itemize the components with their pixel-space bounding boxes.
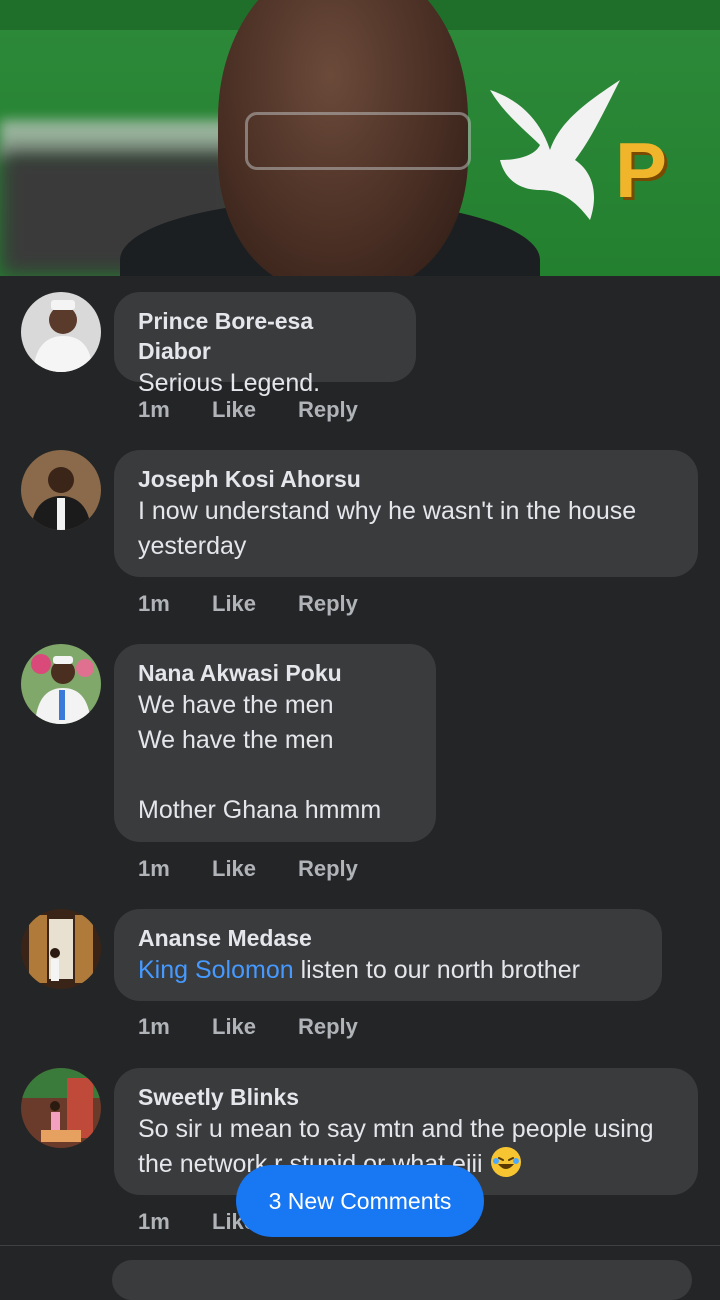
comment-author[interactable]: Prince Bore-esa Diabor <box>138 306 392 366</box>
comment-input[interactable] <box>112 1260 692 1300</box>
comment-time: 1m <box>138 1014 170 1039</box>
new-comments-button[interactable]: 3 New Comments <box>236 1165 484 1237</box>
video-player[interactable]: P <box>0 0 720 276</box>
comment-time: 1m <box>138 397 170 422</box>
like-button[interactable]: Like <box>212 397 256 423</box>
comment-author[interactable]: Nana Akwasi Poku <box>138 658 412 688</box>
avatar[interactable] <box>21 909 101 989</box>
comment-time: 1m <box>138 591 170 616</box>
comment-bubble: Prince Bore-esa Diabor Serious Legend. <box>114 292 416 397</box>
comment-author[interactable]: Ananse Medase <box>138 923 638 953</box>
like-button[interactable]: Like <box>212 591 256 617</box>
avatar[interactable] <box>21 450 101 530</box>
comment-text: Serious Legend. <box>138 369 321 397</box>
avatar[interactable] <box>21 644 101 724</box>
comment-author[interactable]: Joseph Kosi Ahorsu <box>138 464 674 494</box>
avatar[interactable] <box>21 1068 101 1148</box>
comment-text: We have the men We have the men Mother G… <box>138 691 382 824</box>
laughing-emoji-icon <box>490 1147 521 1177</box>
comment-author[interactable]: Sweetly Blinks <box>138 1082 674 1112</box>
reply-button[interactable]: Reply <box>298 397 358 423</box>
party-logo-text: P <box>615 126 667 214</box>
comment-time: 1m <box>138 856 170 881</box>
like-button[interactable]: Like <box>212 1014 256 1040</box>
speaker-glasses <box>245 112 471 170</box>
comment-bubble: Ananse Medase King Solomon listen to our… <box>114 909 662 1001</box>
comment-bubble: Nana Akwasi Poku We have the men We have… <box>114 644 436 842</box>
comment-text-rest: listen to our north brother <box>293 956 580 984</box>
mention-link[interactable]: King Solomon <box>138 956 294 984</box>
avatar[interactable] <box>21 292 101 372</box>
comment-text: King Solomon listen to our north brother <box>138 953 638 988</box>
comment-time: 1m <box>138 1209 170 1234</box>
comment-text: I now understand why he wasn't in the ho… <box>138 497 637 560</box>
comment-composer-bar <box>0 1245 720 1300</box>
like-button[interactable]: Like <box>212 856 256 882</box>
reply-button[interactable]: Reply <box>298 856 358 882</box>
dove-logo-icon <box>490 80 620 220</box>
comment-bubble: Joseph Kosi Ahorsu I now understand why … <box>114 450 698 577</box>
reply-button[interactable]: Reply <box>298 1014 358 1040</box>
reply-button[interactable]: Reply <box>298 591 358 617</box>
